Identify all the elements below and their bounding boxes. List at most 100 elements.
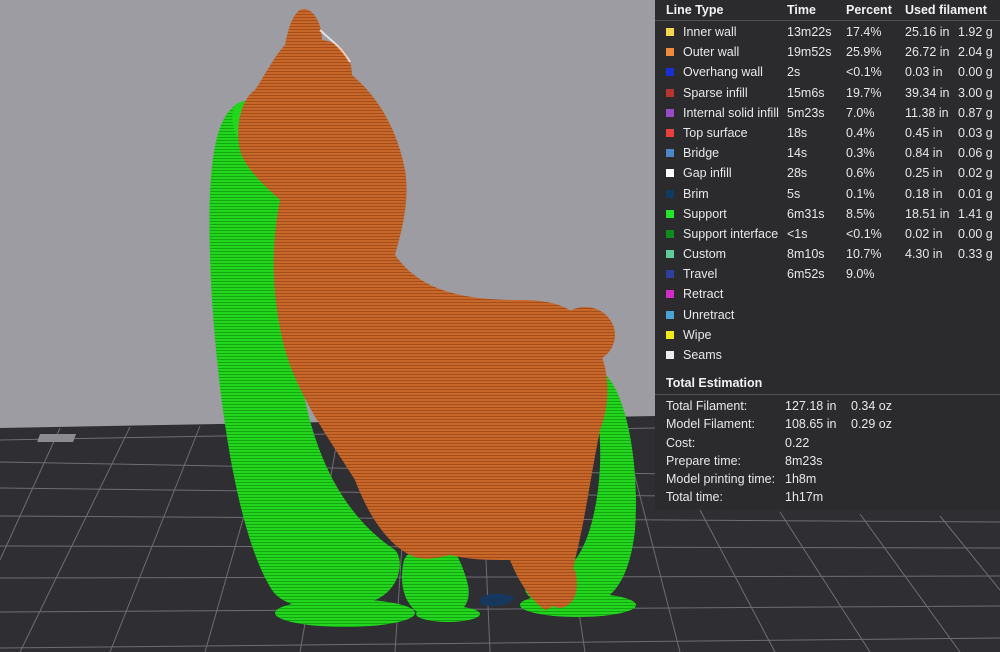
legend-time-value: <1s — [787, 226, 808, 241]
legend-line-type-label: Outer wall — [683, 45, 740, 60]
legend-line-type-label: Gap infill — [683, 166, 732, 181]
legend-weight-value: 1.92 g — [958, 25, 993, 39]
legend-weight-value: 2.04 g — [958, 45, 993, 60]
legend-line-type-label: Travel — [683, 267, 718, 282]
total-estimation-title: Total Estimation — [666, 376, 763, 390]
legend-line-type-label: Brim — [683, 186, 709, 201]
legend-line-type-label: Sparse infill — [683, 85, 748, 100]
legend-row[interactable]: Travel 6m52s 9.0% — [655, 264, 1000, 284]
legend-time-value: 5s — [787, 186, 801, 201]
legend-line-type-label: Bridge — [683, 146, 720, 161]
legend-row[interactable]: Outer wall 19m52s 25.9% 26.72 in 2.04 g — [655, 42, 1000, 62]
legend-percent-value: 7.0% — [846, 105, 875, 120]
legend-percent-value: 0.1% — [846, 186, 875, 201]
legend-weight-value: 0.02 g — [958, 166, 993, 181]
legend-percent-value: 17.4% — [846, 25, 882, 39]
total-row: Total Filament: 127.18 in 0.34 oz — [655, 398, 1000, 416]
total-value: 108.65 in — [785, 417, 837, 432]
legend-row[interactable]: Seams — [655, 345, 1000, 365]
header-percent: Percent — [846, 3, 892, 17]
legend-row[interactable]: Gap infill 28s 0.6% 0.25 in 0.02 g — [655, 163, 1000, 183]
header-used-filament: Used filament — [905, 3, 987, 17]
legend-weight-value: 0.06 g — [958, 146, 993, 161]
total-label: Model printing time: — [666, 472, 776, 487]
legend-percent-value: 0.6% — [846, 166, 875, 181]
legend-time-value: 6m31s — [787, 206, 825, 221]
total-value: 127.18 in — [785, 399, 837, 413]
total-value-secondary: 0.29 oz — [851, 417, 893, 432]
total-row: Total time: 1h17m — [655, 489, 1000, 507]
total-label: Total Filament: — [666, 399, 748, 413]
total-estimation-table: Total Filament: 127.18 in 0.34 oz Model Fil… — [655, 398, 1000, 508]
legend-time-value: 18s — [787, 125, 808, 140]
total-row: Model Filament: 108.65 in 0.29 oz — [655, 416, 1000, 434]
legend-percent-value: <0.1% — [846, 226, 882, 241]
legend-time-value: 28s — [787, 166, 808, 181]
legend-time-value: 14s — [787, 146, 808, 161]
legend-row[interactable]: Support 6m31s 8.5% 18.51 in 1.41 g — [655, 204, 1000, 224]
legend-percent-value: <0.1% — [846, 65, 882, 80]
legend-line-type-label: Support interface — [683, 226, 779, 241]
legend-line-type-label: Overhang wall — [683, 65, 763, 80]
legend-percent-value: 19.7% — [846, 85, 882, 100]
legend-length-value: 0.03 in — [905, 65, 943, 80]
total-label: Cost: — [666, 435, 696, 450]
legend-row[interactable]: Top surface 18s 0.4% 0.45 in 0.03 g — [655, 123, 1000, 143]
legend-color-swatch — [666, 290, 674, 299]
total-label: Total time: — [666, 490, 723, 505]
legend-color-swatch — [666, 108, 674, 117]
legend-percent-value: 0.3% — [846, 146, 875, 161]
legend-length-value: 4.30 in — [905, 247, 943, 262]
legend-row[interactable]: Custom 8m10s 10.7% 4.30 in 0.33 g — [655, 244, 1000, 264]
legend-panel: Line Type Time Percent Used filament Inn… — [655, 0, 1000, 509]
legend-weight-value: 0.00 g — [958, 226, 993, 241]
legend-rows: Inner wall 13m22s 17.4% 25.16 in 1.92 g Outer… — [655, 22, 1000, 365]
legend-row[interactable]: Unretract — [655, 305, 1000, 325]
total-label: Model Filament: — [666, 417, 755, 432]
legend-percent-value: 25.9% — [846, 45, 882, 60]
legend-line-type-label: Unretract — [683, 307, 735, 322]
legend-length-value: 25.16 in — [905, 25, 950, 39]
legend-row[interactable]: Brim 5s 0.1% 0.18 in 0.01 g — [655, 184, 1000, 204]
legend-row[interactable]: Sparse infill 15m6s 19.7% 39.34 in 3.00 g — [655, 83, 1000, 103]
legend-row[interactable]: Wipe — [655, 325, 1000, 345]
legend-color-swatch — [666, 330, 674, 339]
legend-length-value: 18.51 in — [905, 206, 950, 221]
legend-weight-value: 1.41 g — [958, 206, 993, 221]
legend-percent-value: 9.0% — [846, 267, 875, 282]
legend-length-value: 39.34 in — [905, 85, 950, 100]
legend-weight-value: 0.33 g — [958, 247, 993, 262]
legend-color-swatch — [666, 310, 674, 319]
legend-line-type-label: Wipe — [683, 327, 712, 342]
legend-color-swatch — [666, 250, 674, 259]
header-time: Time — [787, 3, 816, 17]
total-row: Cost: 0.22 — [655, 435, 1000, 453]
legend-length-value: 0.02 in — [905, 226, 943, 241]
legend-color-swatch — [666, 351, 674, 359]
legend-color-swatch — [666, 28, 674, 36]
legend-row[interactable]: Overhang wall 2s <0.1% 0.03 in 0.00 g — [655, 62, 1000, 82]
legend-color-swatch — [666, 270, 674, 279]
legend-color-swatch — [666, 149, 674, 158]
total-value: 8m23s — [785, 453, 823, 468]
legend-row[interactable]: Internal solid infill 5m23s 7.0% 11.38 in 0.… — [655, 103, 1000, 123]
legend-row[interactable]: Support interface <1s <0.1% 0.02 in 0.00 g — [655, 224, 1000, 244]
legend-color-swatch — [666, 209, 674, 218]
total-value: 1h17m — [785, 490, 824, 505]
legend-length-value: 0.25 in — [905, 166, 943, 181]
legend-length-value: 0.45 in — [905, 125, 943, 140]
legend-length-value: 26.72 in — [905, 45, 950, 60]
legend-row[interactable]: Bridge 14s 0.3% 0.84 in 0.06 g — [655, 143, 1000, 163]
legend-time-value: 15m6s — [787, 85, 825, 100]
total-label: Prepare time: — [666, 453, 742, 468]
legend-line-type-label: Inner wall — [683, 25, 737, 39]
legend-line-type-label: Top surface — [683, 125, 748, 140]
legend-row[interactable]: Inner wall 13m22s 17.4% 25.16 in 1.92 g — [655, 22, 1000, 42]
legend-line-type-label: Seams — [683, 348, 722, 362]
legend-line-type-label: Retract — [683, 287, 724, 302]
total-value: 1h8m — [785, 472, 817, 487]
legend-row[interactable]: Retract — [655, 284, 1000, 304]
legend-time-value: 13m22s — [787, 25, 832, 39]
legend-time-value: 2s — [787, 65, 801, 80]
legend-header: Line Type Time Percent Used filament — [655, 0, 1000, 21]
